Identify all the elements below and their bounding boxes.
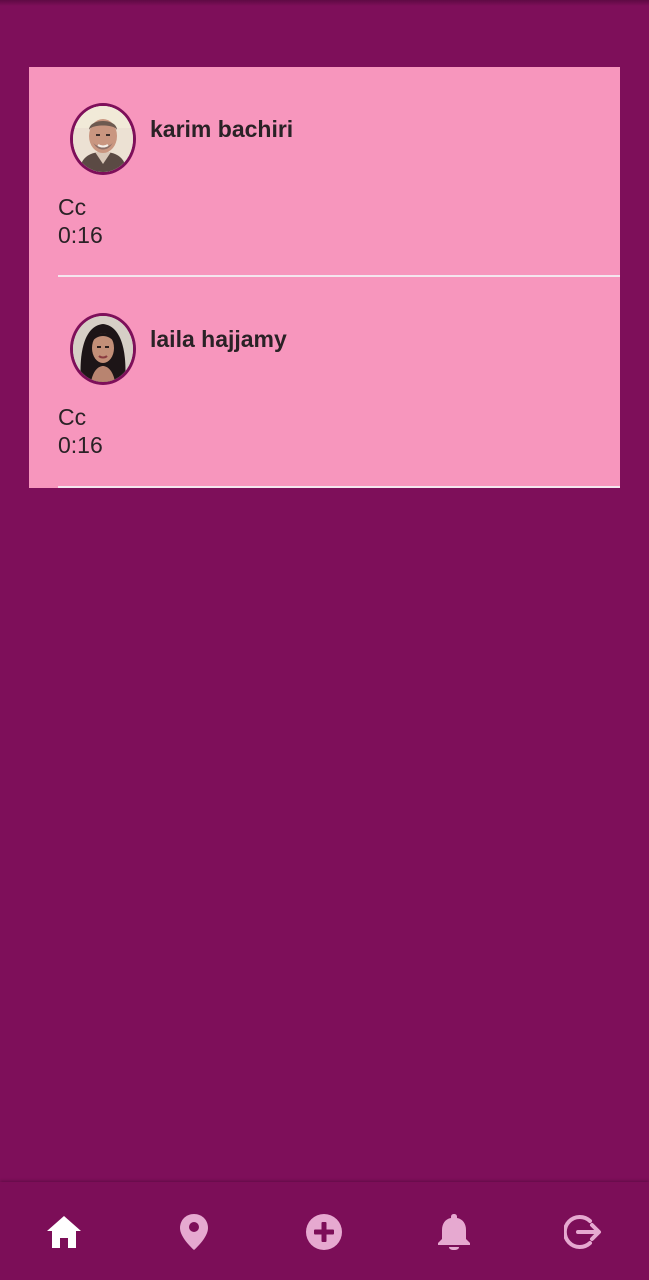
nav-home-button[interactable] — [42, 1210, 86, 1254]
man-portrait-avatar — [73, 106, 133, 172]
post-card[interactable]: karim bachiri Cc 0:16 — [29, 67, 620, 277]
nav-location-button[interactable] — [172, 1210, 216, 1254]
location-pin-icon — [180, 1214, 208, 1250]
avatar[interactable] — [70, 103, 136, 175]
nav-logout-button[interactable] — [562, 1210, 606, 1254]
bottom-navigation — [0, 1182, 649, 1280]
post-author[interactable]: laila hajjamy — [150, 326, 287, 353]
post-header: laila hajjamy — [70, 313, 287, 385]
post-divider — [58, 486, 620, 488]
post-content: Cc 0:16 — [58, 403, 103, 459]
post-header: karim bachiri — [70, 103, 293, 175]
home-icon — [47, 1216, 81, 1248]
bell-icon — [438, 1214, 470, 1250]
post-card[interactable]: laila hajjamy Cc 0:16 — [29, 277, 620, 488]
post-content: Cc 0:16 — [58, 193, 103, 249]
post-feed: karim bachiri Cc 0:16 laila hajjamy Cc 0… — [29, 67, 620, 488]
post-text: Cc — [58, 194, 87, 220]
status-bar-shade — [0, 0, 649, 6]
post-time: 0:16 — [58, 222, 103, 248]
post-text: Cc — [58, 404, 87, 430]
nav-notifications-button[interactable] — [432, 1210, 476, 1254]
post-author[interactable]: karim bachiri — [150, 116, 293, 143]
nav-add-button[interactable] — [302, 1210, 346, 1254]
woman-portrait-avatar — [73, 316, 133, 382]
post-time: 0:16 — [58, 432, 103, 458]
avatar[interactable] — [70, 313, 136, 385]
add-circle-icon — [306, 1214, 342, 1250]
logout-icon — [564, 1215, 601, 1249]
